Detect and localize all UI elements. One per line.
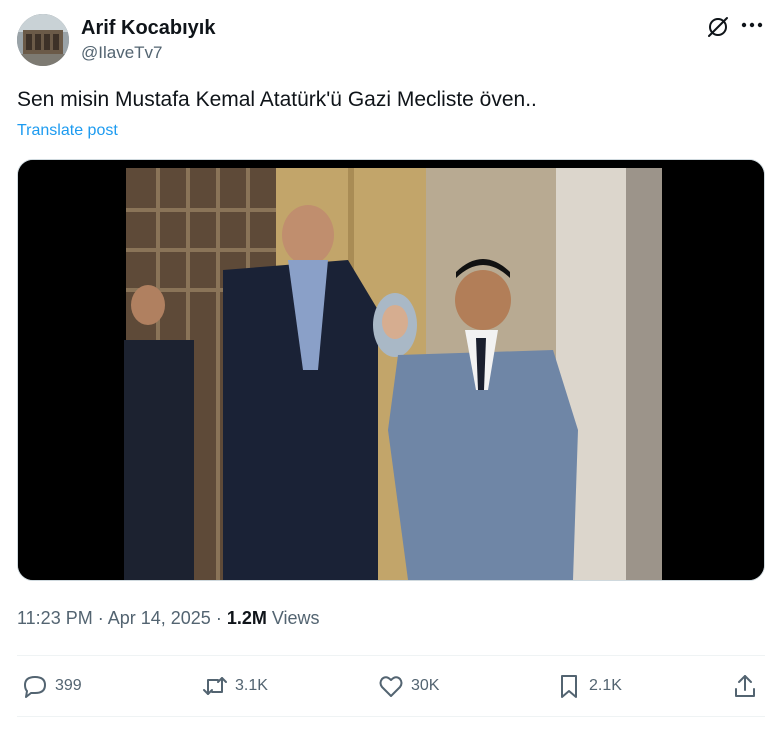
post-video[interactable] [17,159,765,581]
repost-count: 3.1K [235,677,268,694]
action-bar: 399 3.1K 30K 2.1K [17,670,765,702]
divider [17,655,765,656]
like-button[interactable]: 30K [377,670,439,702]
views-label: Views [266,608,320,628]
like-count: 30K [411,677,440,694]
divider [17,716,765,717]
share-button[interactable] [731,670,759,702]
post-header: Arif Kocabıyık @IlaveTv7 [17,14,767,68]
translate-post-link[interactable]: Translate post [17,121,118,141]
post-meta: 11:23 PM · Apr 14, 2025 · 1.2M Views [17,606,320,630]
post-time[interactable]: 11:23 PM [17,608,93,628]
meta-separator: · [92,608,108,628]
reply-count: 399 [55,677,82,694]
reply-icon [24,676,46,698]
repost-icon [203,677,227,695]
reply-button[interactable]: 399 [21,670,82,702]
meta-separator: · [210,608,227,628]
bookmark-button[interactable]: 2.1K [555,670,622,702]
share-icon [735,675,755,697]
grok-icon[interactable] [705,14,731,40]
author-names: Arif Kocabıyık @IlaveTv7 [81,16,215,65]
bookmark-icon [561,675,577,698]
bookmark-count: 2.1K [589,677,622,694]
repost-button[interactable]: 3.1K [201,670,268,702]
post-text: Sen misin Mustafa Kemal Atatürk'ü Gazi M… [17,88,537,111]
handle[interactable]: @IlaveTv7 [81,41,215,65]
post-date[interactable]: Apr 14, 2025 [108,608,211,628]
avatar[interactable] [17,14,69,66]
heart-icon [379,676,403,697]
views-count[interactable]: 1.2M [227,608,267,628]
display-name[interactable]: Arif Kocabıyık [81,16,215,40]
more-horizontal-icon[interactable] [739,14,765,40]
